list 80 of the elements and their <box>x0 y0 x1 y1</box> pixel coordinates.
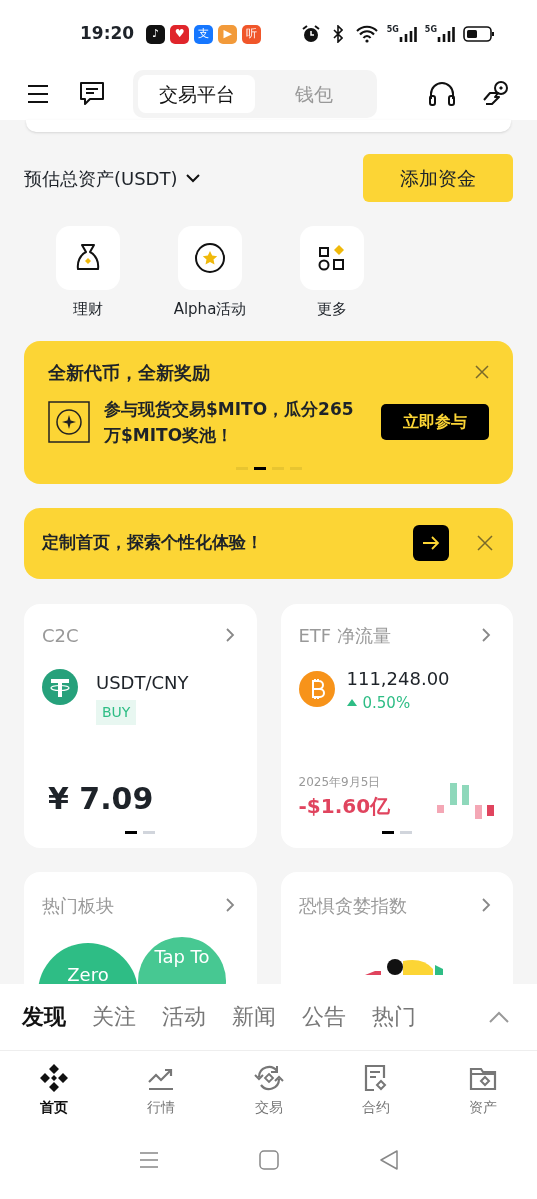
shortcut-label: Alpha活动 <box>173 299 247 320</box>
close-icon[interactable] <box>477 535 493 551</box>
feed-tab[interactable]: 发现 <box>22 1000 66 1033</box>
chat-icon[interactable] <box>79 81 105 107</box>
bluetooth-icon <box>332 25 343 43</box>
shortcut-button[interactable] <box>178 226 242 290</box>
battery-icon <box>463 25 495 43</box>
network-type-label: 5G <box>424 26 437 34</box>
trading-pair: USDT/CNY <box>96 670 189 695</box>
feed-tab[interactable]: 关注 <box>92 1000 136 1033</box>
nav-tab[interactable]: 交易 <box>214 1062 323 1118</box>
home-icon[interactable] <box>258 1150 279 1171</box>
wifi-icon <box>354 25 379 43</box>
signal-icon <box>398 26 417 42</box>
chevron-right-icon[interactable] <box>224 897 235 913</box>
back-icon[interactable] <box>378 1150 399 1171</box>
net-flow-value: -$1.60亿 <box>298 792 391 820</box>
card-title: C2C <box>42 623 79 648</box>
price-value: ¥ 7.09 <box>48 779 155 818</box>
star-coin-icon <box>194 242 226 274</box>
tether-coin-icon <box>42 668 78 705</box>
feed-tab[interactable]: 活动 <box>162 1000 206 1033</box>
promo-title: 全新代币，全新奖励 <box>48 360 210 385</box>
card-title: 热门板块 <box>42 893 114 918</box>
shortcut-label: 更多 <box>317 299 347 320</box>
c2c-card[interactable]: C2C USDT/CNY BUY ¥ 7.09 <box>24 603 257 848</box>
nav-tab[interactable]: 首页 <box>0 1062 108 1118</box>
sector-bubble[interactable]: Zero <box>38 942 138 984</box>
feed-tab[interactable]: 热门 <box>372 1000 416 1033</box>
segment-tab[interactable]: 钱包 <box>255 75 372 113</box>
add-funds-button[interactable]: 添加资金 <box>363 154 513 202</box>
nav-tab[interactable]: 合约 <box>322 1062 430 1118</box>
apps-grid-icon <box>317 243 347 273</box>
nav-tab[interactable]: 行情 <box>107 1062 215 1118</box>
shortcut-button[interactable] <box>300 226 364 290</box>
up-triangle-icon <box>346 699 357 707</box>
alarm-icon <box>300 24 321 44</box>
chevron-up-icon[interactable] <box>489 1010 509 1023</box>
shortcut-button[interactable] <box>56 226 120 290</box>
token-reward-icon <box>48 400 90 443</box>
headset-icon[interactable] <box>428 81 456 107</box>
join-now-button[interactable]: 立即参与 <box>381 403 489 440</box>
nav-tab[interactable]: 资产 <box>429 1062 537 1118</box>
buy-tag: BUY <box>96 699 137 725</box>
card-title: ETF 净流量 <box>298 623 391 648</box>
chevron-down-icon[interactable] <box>185 173 200 183</box>
app-notification-icon: ♥ <box>170 24 190 44</box>
promo-text: 参与现货交易$MITO，瓜分265万$MITO奖池！ <box>104 397 355 447</box>
segment-tab[interactable]: 交易平台 <box>138 75 255 113</box>
feed-tab[interactable]: 新闻 <box>232 1000 276 1033</box>
etf-card[interactable]: ETF 净流量 111,248.00 0.50% 2025年9月5日 -$1.60亿 <box>280 603 513 848</box>
chevron-right-icon[interactable] <box>481 897 491 913</box>
btc-price: 111,248.00 <box>346 666 450 691</box>
total-assets-label: 预估总资产(USDT) <box>24 166 178 191</box>
app-notification-icon: 听 <box>242 24 262 44</box>
arrow-button[interactable] <box>413 525 449 561</box>
app-notification-icon: ▶ <box>218 24 238 44</box>
bitcoin-coin-icon <box>298 670 335 707</box>
customize-text: 定制首页，探索个性化体验！ <box>42 531 263 555</box>
app-notification-icon: ♪ <box>146 24 166 44</box>
signal-icon <box>437 26 455 42</box>
menu-icon[interactable] <box>27 84 49 104</box>
app-notification-icon: 支 <box>194 24 214 44</box>
network-type-label: 5G <box>386 26 399 34</box>
sectors-card[interactable]: 热门板块 Zero Tap To <box>24 871 257 984</box>
clock-time: 19:20 <box>80 22 135 46</box>
arrow-right-icon <box>422 536 440 550</box>
diamond-logo-icon <box>38 1062 69 1093</box>
fear-greed-card[interactable]: 恐惧贪婪指数 <box>280 871 513 984</box>
shortcut-label: 理财 <box>73 299 103 320</box>
close-icon[interactable] <box>475 365 489 379</box>
card-title: 恐惧贪婪指数 <box>298 893 407 918</box>
chevron-right-icon[interactable] <box>224 627 235 643</box>
price-change: 0.50% <box>362 692 411 714</box>
chevron-right-icon[interactable] <box>481 627 491 643</box>
feed-tab[interactable]: 公告 <box>302 1000 346 1033</box>
flow-bars-drawing <box>437 782 495 821</box>
hand-coin-icon[interactable] <box>482 80 510 108</box>
flow-date: 2025年9月5日 <box>298 773 382 791</box>
recent-apps-icon[interactable] <box>138 1151 159 1170</box>
